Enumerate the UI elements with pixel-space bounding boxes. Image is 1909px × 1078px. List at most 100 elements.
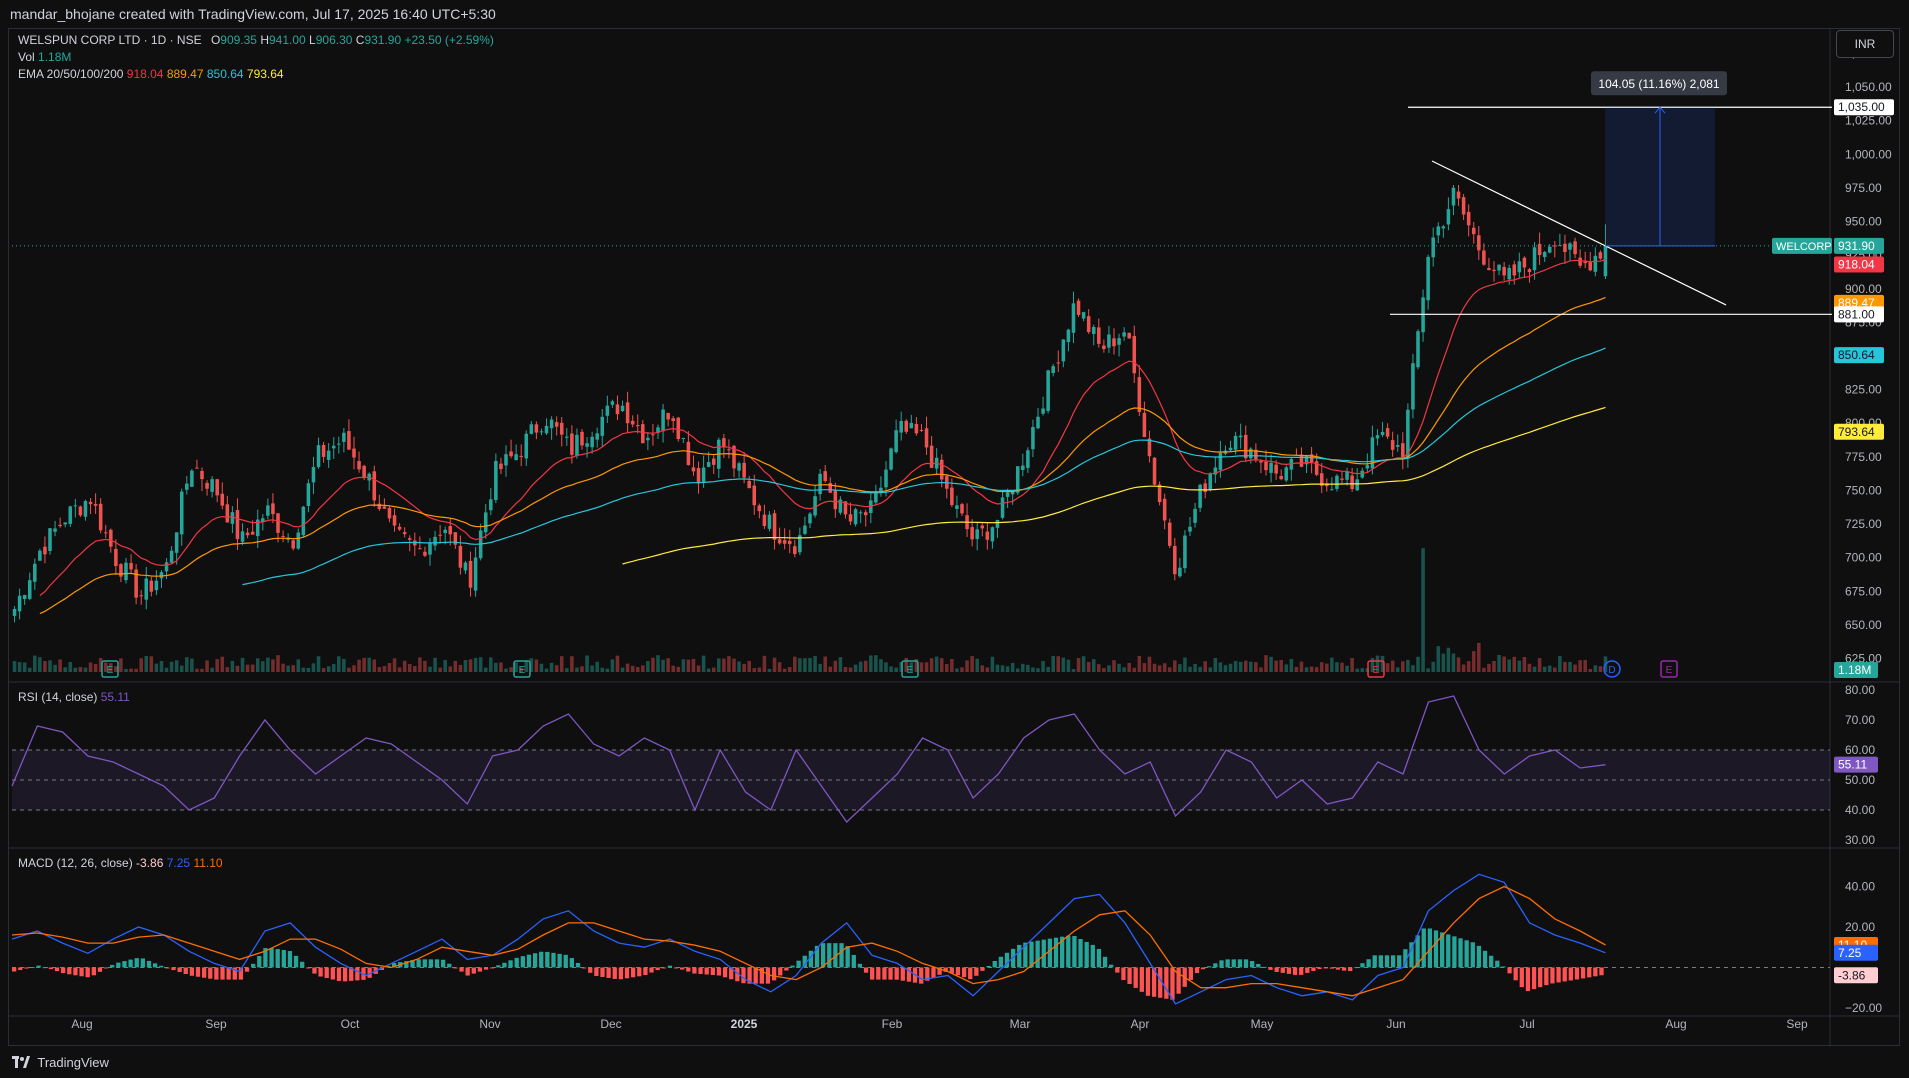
earnings-marker-text: E [907, 665, 914, 676]
macd-hist-bar [1109, 964, 1114, 968]
currency-button[interactable]: INR [1836, 30, 1894, 58]
volume-bar [711, 667, 716, 672]
target-price-tag-text: 1,035.00 [1838, 100, 1885, 114]
candle-body [1335, 475, 1339, 489]
volume-legend-row[interactable]: Vol 1.18M [18, 49, 494, 66]
volume-bar [1401, 661, 1405, 672]
macd-line-tag: 7.25 [1834, 944, 1878, 961]
macd-hist-bar [1482, 950, 1488, 968]
macd-hist-bar [520, 956, 525, 968]
macd-hist-bar [1225, 959, 1230, 968]
volume-bar [787, 666, 792, 672]
macd-hist-bar [1329, 967, 1334, 969]
volume-bar [1284, 664, 1289, 672]
volume-bar [752, 668, 757, 672]
rsi-legend[interactable]: RSI (14, close) 55.11 [18, 689, 130, 706]
rsi-tick-label: 70.00 [1845, 713, 1875, 727]
macd-hist-bar [698, 967, 703, 975]
candle-body [1451, 187, 1456, 206]
volume-bar [620, 667, 625, 672]
volume-bar [58, 659, 62, 672]
ema200-tag-text: 793.64 [1838, 425, 1875, 439]
candle-body [68, 506, 73, 524]
volume-bar [828, 666, 833, 672]
volume-bar [554, 665, 559, 672]
macd-hist-bar [1292, 967, 1298, 975]
macd-signal-line [11, 885, 1606, 997]
candle-body [73, 505, 78, 507]
volume-bar [1304, 667, 1309, 672]
volume-bar [1385, 663, 1390, 672]
candle-body [1173, 545, 1177, 575]
volume-label: Vol [18, 50, 35, 64]
macd-hist-bar [1556, 967, 1561, 983]
macd-hist-bar [1133, 967, 1138, 988]
candle-body [762, 514, 767, 527]
candle-body [38, 550, 42, 561]
candle-body [1107, 334, 1111, 348]
volume-bar [919, 662, 924, 672]
earnings-marker: E [1660, 660, 1678, 678]
macd-hist-bar [612, 967, 617, 979]
candle-body [88, 501, 93, 505]
candle-body [1365, 465, 1370, 469]
volume-bar [808, 657, 812, 672]
volume-bar [1041, 661, 1045, 672]
volume-bar [1167, 667, 1172, 672]
candle-body [164, 562, 169, 572]
candle-body [387, 507, 392, 519]
volume-bar [296, 659, 301, 672]
volume-bar [1218, 662, 1223, 672]
candle-body [1547, 246, 1552, 253]
volume-bar [463, 660, 468, 672]
macd-hist-bar [12, 967, 17, 972]
macd-hist-bar [851, 954, 856, 968]
time-axis-label: Jul [1519, 1017, 1534, 1031]
rsi-value-tag: 55.11 [1834, 756, 1878, 773]
volume-group [12, 548, 1608, 672]
candle-body [570, 433, 574, 455]
volume-bar [924, 662, 929, 672]
candle-body [1167, 522, 1172, 546]
macd-hist-bar [1127, 967, 1132, 984]
symbol-legend-row[interactable]: WELSPUN CORP LTD · 1D · NSE O909.35 H941… [18, 32, 494, 49]
candle-body [12, 609, 17, 616]
volume-bar [468, 659, 473, 672]
macd-hist-bar [1237, 959, 1243, 968]
candle-body [468, 560, 473, 588]
macd-hist-bar [1360, 963, 1365, 968]
candle-body [777, 539, 782, 544]
candle-body [1076, 300, 1081, 315]
macd-hist-bar [827, 943, 832, 968]
macd-hist-bar [1433, 930, 1439, 968]
volume-bar [1086, 662, 1091, 672]
candle-body [554, 422, 559, 427]
candle-body [1588, 262, 1593, 271]
volume-bar [848, 667, 853, 672]
volume-bar [1507, 659, 1511, 672]
volume-bar [833, 660, 838, 672]
candles-group [12, 184, 1608, 623]
candle-body [1380, 431, 1385, 436]
macd-hist-bar [1574, 967, 1580, 980]
volume-bar [1213, 658, 1218, 672]
macd-hist-bar [312, 967, 317, 974]
main-legend: WELSPUN CORP LTD · 1D · NSE O909.35 H941… [18, 32, 494, 83]
support-tag: 881.00 [1834, 306, 1884, 323]
candle-body [651, 434, 655, 436]
macd-legend[interactable]: MACD (12, 26, close) -3.86 7.25 11.10 [18, 855, 223, 872]
macd-hist-bar [1035, 940, 1040, 968]
candle-body [1005, 492, 1010, 497]
volume-bar [377, 667, 382, 672]
time-axis-label: Jun [1386, 1017, 1405, 1031]
volume-bar [367, 657, 371, 672]
macd-hist-bar [1274, 967, 1279, 972]
ema-legend-row[interactable]: EMA 20/50/100/200 918.04 889.47 850.64 7… [18, 66, 494, 83]
measure-label: 104.05 (11.16%) 2,081 [1598, 77, 1720, 91]
volume-bar [1178, 664, 1182, 672]
macd-hist-bar [790, 965, 795, 968]
volume-bar [205, 660, 209, 672]
chart-canvas[interactable]: 104.05 (11.16%) 2,081EEEEDE1,075.001,050… [0, 0, 1909, 1078]
candle-body [382, 506, 387, 509]
volume-bar [838, 657, 843, 672]
